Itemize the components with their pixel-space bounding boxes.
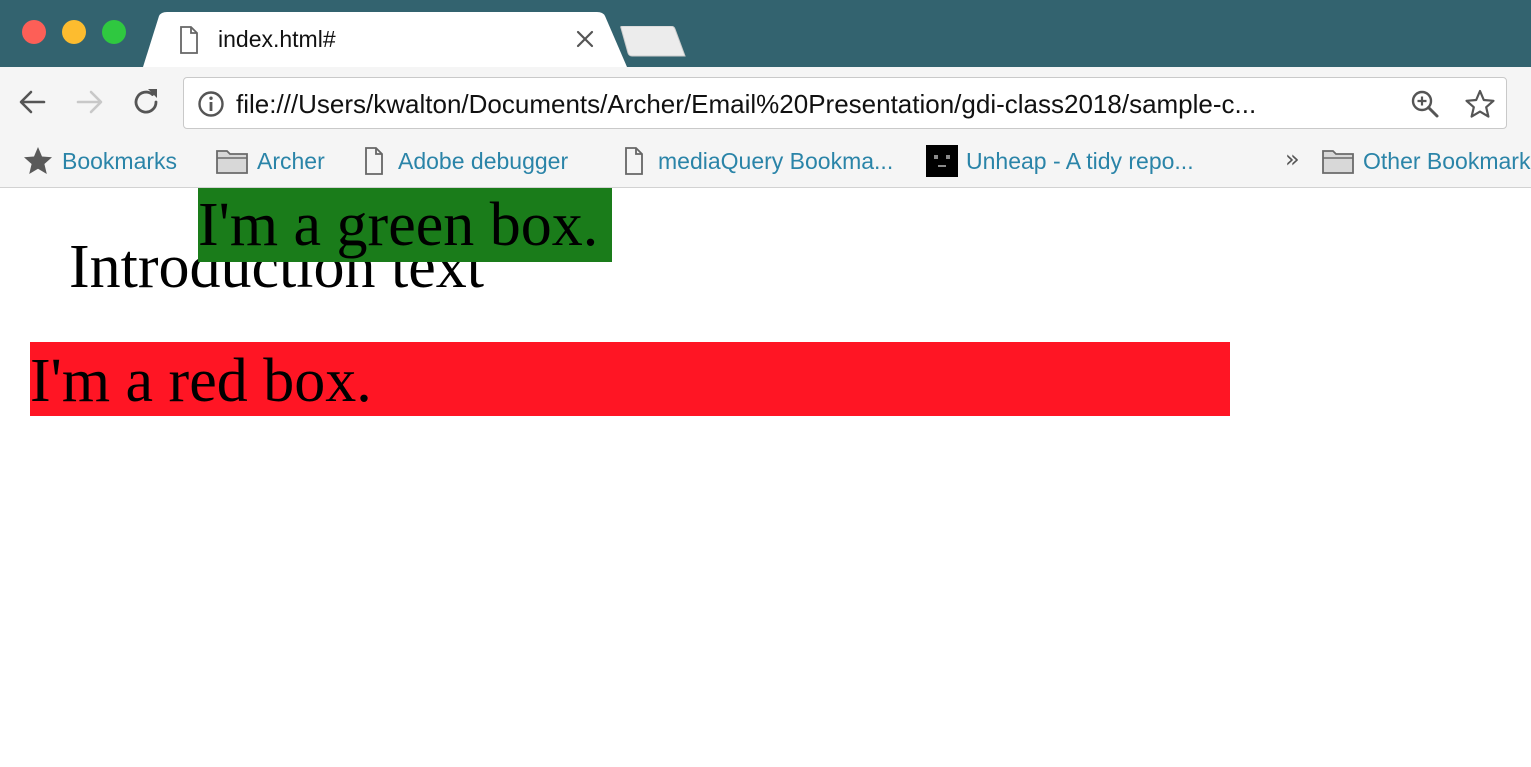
address-bar[interactable]: file:///Users/kwalton/Documents/Archer/E… xyxy=(183,77,1507,129)
page-icon xyxy=(365,147,383,175)
back-arrow-icon[interactable] xyxy=(16,85,50,119)
folder-icon xyxy=(1322,150,1354,174)
bookmark-label: Archer xyxy=(257,147,325,174)
bookmark-item-bookmarks[interactable]: Bookmarks xyxy=(22,144,177,178)
bookmark-item-mediaquery[interactable]: mediaQuery Bookma... xyxy=(624,144,893,178)
green-box: I'm a green box. xyxy=(198,188,612,262)
forward-arrow-icon[interactable] xyxy=(72,85,106,119)
page-content: Introduction text I'm a green box. I'm a… xyxy=(0,188,1531,767)
maximize-window-button[interactable] xyxy=(102,20,126,44)
bookmark-label: Bookmarks xyxy=(62,147,178,174)
folder-icon xyxy=(216,150,248,174)
bookmarks-overflow-chevron[interactable]: » xyxy=(1285,145,1300,173)
red-box: I'm a red box. xyxy=(30,342,1230,416)
star-icon xyxy=(24,147,52,174)
bookmark-item-unheap[interactable]: Unheap - A tidy repo... xyxy=(926,144,1194,178)
url-text[interactable]: file:///Users/kwalton/Documents/Archer/E… xyxy=(236,89,1386,119)
bookmark-item-adobe-debugger[interactable]: Adobe debugger xyxy=(364,144,568,178)
bookmark-label: Other Bookmarks xyxy=(1363,147,1531,174)
bookmarks-bar: Bookmarks Archer Adobe debugger mediaQue… xyxy=(0,139,1531,188)
bookmark-star-icon[interactable] xyxy=(1464,88,1496,120)
tab-strip: index.html# xyxy=(0,0,1531,67)
bookmark-label: mediaQuery Bookma... xyxy=(658,147,894,174)
bookmark-label: Adobe debugger xyxy=(398,147,569,174)
zoom-icon[interactable] xyxy=(1410,89,1440,119)
reload-icon[interactable] xyxy=(129,85,163,119)
page-icon xyxy=(180,26,198,54)
bookmark-label: Unheap - A tidy repo... xyxy=(966,147,1194,174)
minimize-window-button[interactable] xyxy=(62,20,86,44)
page-icon xyxy=(625,147,643,175)
info-icon[interactable] xyxy=(197,90,225,118)
bookmark-item-other-bookmarks[interactable]: Other Bookmarks xyxy=(1321,144,1531,178)
bookmark-item-archer[interactable]: Archer xyxy=(215,144,325,178)
tab-active[interactable]: index.html# xyxy=(143,12,627,67)
toolbar: file:///Users/kwalton/Documents/Archer/E… xyxy=(0,67,1531,139)
robot-favicon-icon xyxy=(926,145,958,177)
browser-window: index.html# file:///Users/kwalton/Docume… xyxy=(0,0,1531,767)
tab-title: index.html# xyxy=(218,26,336,52)
new-tab-button[interactable] xyxy=(618,26,688,58)
tab-shape xyxy=(143,12,627,67)
close-window-button[interactable] xyxy=(22,20,46,44)
close-tab-icon[interactable] xyxy=(573,27,597,51)
